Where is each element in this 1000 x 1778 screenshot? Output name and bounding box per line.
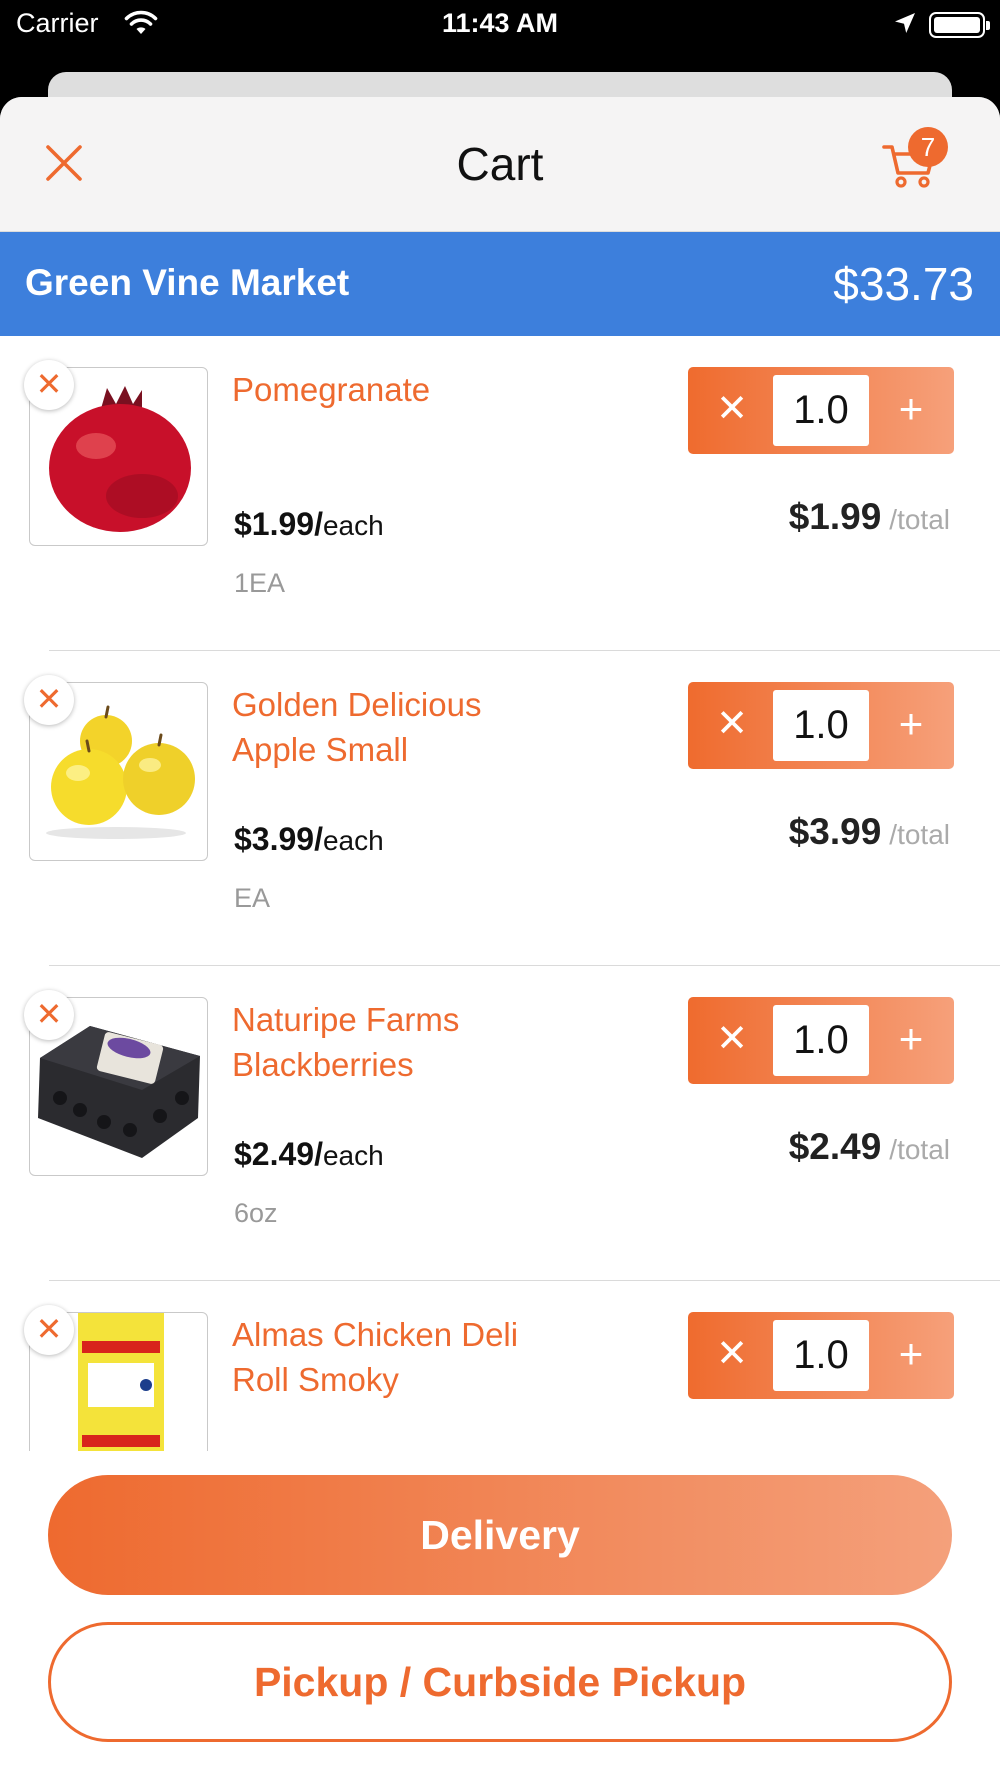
cart-count-badge: 7 [908, 127, 948, 167]
line-total-amount: $3.99 [788, 811, 882, 852]
increase-quantity-button[interactable]: + [889, 387, 933, 431]
unit-price: $2.49/each [234, 1136, 384, 1173]
remove-item-button[interactable]: ✕ [24, 990, 74, 1040]
quantity-value[interactable]: 1.0 [773, 1320, 869, 1391]
quantity-stepper: ✕ 1.0 + [688, 682, 954, 769]
status-bar: Carrier 11:43 AM [0, 0, 1000, 50]
cart-item-list[interactable]: ✕ Pomegranate $1.99/each 1EA ✕ 1.0 + $1.… [0, 336, 1000, 1451]
pickup-button[interactable]: Pickup / Curbside Pickup [48, 1622, 952, 1742]
remove-item-button[interactable]: ✕ [24, 675, 74, 725]
decrease-quantity-button[interactable]: ✕ [710, 1332, 754, 1376]
line-total: $1.99/total [789, 496, 950, 538]
location-arrow-icon [895, 13, 915, 33]
cart-item: ✕ Pomegranate $1.99/each 1EA ✕ 1.0 + $1.… [0, 336, 1000, 651]
unit-price-value: $3.99/ [234, 821, 323, 857]
line-total-label: /total [889, 504, 950, 535]
decrease-quantity-button[interactable]: ✕ [710, 1017, 754, 1061]
page-title: Cart [456, 138, 544, 190]
quantity-stepper: ✕ 1.0 + [688, 367, 954, 454]
cart-sheet: Cart 7 Green Vine Market $33.73 ✕ Pomegr… [0, 97, 1000, 1778]
quantity-stepper: ✕ 1.0 + [688, 1312, 954, 1399]
line-total-label: /total [889, 819, 950, 850]
quantity-value[interactable]: 1.0 [773, 690, 869, 761]
unit-price-suffix: each [322, 825, 384, 856]
unit-price-value: $1.99/ [234, 506, 323, 542]
unit-price: $1.99/each [234, 506, 384, 543]
increase-quantity-button[interactable]: + [889, 702, 933, 746]
line-total-amount: $2.49 [788, 1126, 882, 1167]
item-size: EA [234, 883, 271, 913]
line-total-amount: $1.99 [788, 496, 882, 537]
clock: 11:43 AM [441, 8, 559, 38]
nav-bar: Cart 7 [0, 97, 1000, 232]
unit-price-suffix: each [322, 510, 384, 541]
item-name[interactable]: Pomegranate [232, 367, 572, 412]
decrease-quantity-button[interactable]: ✕ [710, 702, 754, 746]
quantity-value[interactable]: 1.0 [773, 1005, 869, 1076]
delivery-button[interactable]: Delivery [48, 1475, 952, 1595]
item-size: 6oz [234, 1198, 278, 1228]
quantity-stepper: ✕ 1.0 + [688, 997, 954, 1084]
store-total: $33.73 [833, 258, 974, 310]
item-name[interactable]: Golden Delicious Apple Small [232, 682, 572, 772]
increase-quantity-button[interactable]: + [889, 1332, 933, 1376]
unit-price-value: $2.49/ [234, 1136, 323, 1172]
line-total: $3.99/total [789, 811, 950, 853]
increase-quantity-button[interactable]: + [889, 1017, 933, 1061]
unit-price-suffix: each [322, 1140, 384, 1171]
unit-price: $3.99/each [234, 821, 384, 858]
line-total: $2.49/total [789, 1126, 950, 1168]
decrease-quantity-button[interactable]: ✕ [710, 387, 754, 431]
item-name[interactable]: Naturipe Farms Blackberries [232, 997, 572, 1087]
store-name: Green Vine Market [25, 262, 350, 303]
cart-item: ✕ Almas Chicken Deli Roll Smoky ✕ 1.0 + [0, 1281, 1000, 1451]
store-header: Green Vine Market $33.73 [0, 232, 1000, 336]
remove-item-button[interactable]: ✕ [24, 360, 74, 410]
item-size: 1EA [234, 568, 286, 598]
item-name[interactable]: Almas Chicken Deli Roll Smoky [232, 1312, 572, 1402]
remove-item-button[interactable]: ✕ [24, 1305, 74, 1355]
line-total-label: /total [889, 1134, 950, 1165]
cart-item: ✕ Golden Delicious Apple Small $3.99/eac… [0, 651, 1000, 966]
battery-icon [929, 12, 990, 38]
cart-item: ✕ Naturipe Farms Blackberries $2.49/each… [0, 966, 1000, 1281]
quantity-value[interactable]: 1.0 [773, 375, 869, 446]
